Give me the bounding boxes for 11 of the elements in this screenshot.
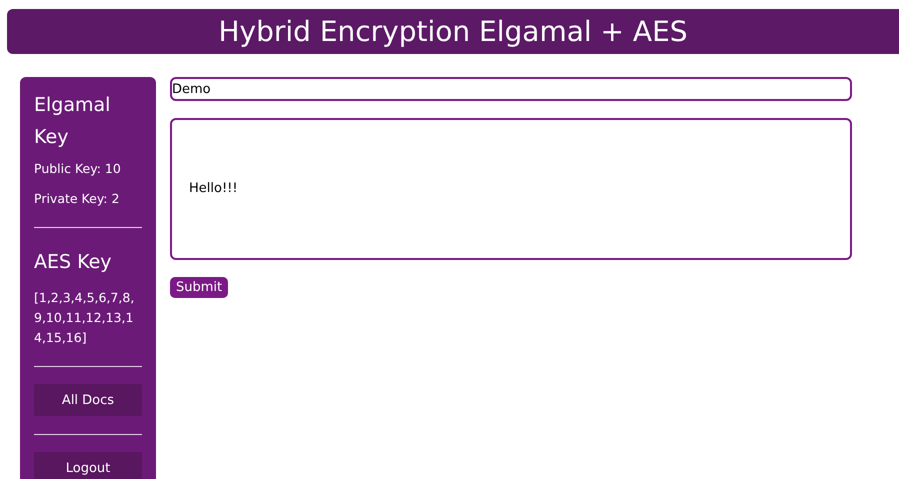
page-title: Hybrid Encryption Elgamal + AES [218,15,688,48]
aes-key-text: [1,2,3,4,5,6,7,8,9,10,11,12,13,14,15,16] [34,289,136,347]
private-key-text: Private Key: 2 [34,190,120,208]
submit-button[interactable]: Submit [170,277,228,298]
sidebar-button[interactable]: All Docs [34,384,142,416]
elgamal-heading: Elgamal Key [34,93,112,150]
message-textarea[interactable]: Hello!!! [170,118,852,260]
sidebar-button[interactable]: Logout [34,452,142,479]
aes-heading: AES Key [34,250,113,275]
title-input[interactable]: Demo [170,77,852,101]
public-key-text: Public Key: 10 [34,160,122,178]
